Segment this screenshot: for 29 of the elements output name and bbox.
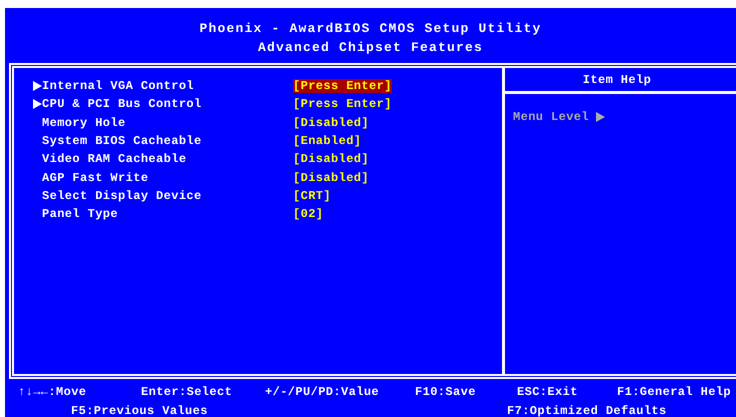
menu-level-arrow-icon: [596, 112, 606, 122]
setting-value[interactable]: [02]: [293, 207, 324, 222]
setting-label[interactable]: System BIOS Cacheable: [42, 134, 293, 148]
help-title: Item Help: [582, 72, 652, 86]
key-hint: Enter:Select: [141, 384, 234, 401]
menu-level-label: Menu Level: [513, 110, 590, 124]
key-hint: F7:Optimized Defaults: [507, 403, 668, 417]
setting-label[interactable]: Internal VGA Control: [42, 79, 293, 94]
key-hint: ↑↓→←:Move: [18, 384, 88, 401]
setting-label[interactable]: Panel Type: [42, 207, 293, 222]
setting-value[interactable]: [Disabled]: [293, 170, 370, 185]
key-hint: F10:Save: [415, 384, 477, 401]
key-hint: F5:Previous Values: [71, 403, 209, 417]
key-hint: ESC:Exit: [517, 384, 579, 401]
setting-value[interactable]: [CRT]: [293, 188, 332, 203]
setting-label[interactable]: AGP Fast Write: [42, 170, 293, 185]
setting-value[interactable]: [Press Enter]: [293, 97, 392, 112]
setting-value[interactable]: [Disabled]: [293, 152, 370, 166]
setting-label[interactable]: Memory Hole: [42, 116, 293, 130]
setting-value[interactable]: [Press Enter]: [293, 79, 392, 94]
setting-label[interactable]: Select Display Device: [42, 188, 293, 203]
setting-label[interactable]: CPU & PCI Bus Control: [42, 97, 293, 112]
key-hint: F1:General Help: [617, 384, 732, 401]
screen-title: Phoenix - AwardBIOS CMOS Setup Utility: [199, 20, 542, 38]
setting-value[interactable]: [Enabled]: [293, 134, 362, 148]
screen-subtitle: Advanced Chipset Features: [258, 39, 484, 57]
key-hint: +/-/PU/PD:Value: [265, 384, 380, 401]
setting-value[interactable]: [Disabled]: [293, 116, 370, 130]
setting-label[interactable]: Video RAM Cacheable: [42, 152, 293, 166]
